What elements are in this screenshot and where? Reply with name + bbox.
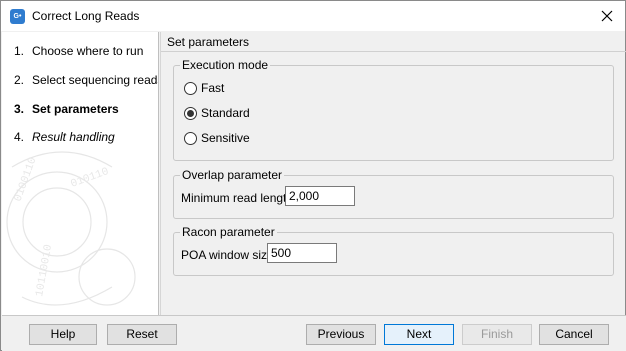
dialog-window: G• Correct Long Reads 1. Choose where to … — [0, 0, 626, 351]
cancel-button[interactable]: Cancel — [539, 324, 609, 345]
step-select-sequencing-reads: 2. Select sequencing reads — [14, 73, 159, 87]
step-choose-where-to-run: 1. Choose where to run — [14, 44, 143, 58]
app-logo-icon: G• — [10, 9, 25, 24]
radio-button-checked[interactable] — [184, 106, 197, 120]
dna-watermark-icon: 0100110 10110010 010110 — [6, 151, 136, 306]
parameters-panel: Set parameters Execution mode Fast Stand… — [160, 32, 626, 315]
help-button[interactable]: Help — [29, 324, 97, 345]
step-label: Select sequencing reads — [32, 73, 159, 87]
racon-parameter-legend: Racon parameter — [180, 225, 277, 239]
step-number: 1. — [14, 44, 25, 58]
wizard-steps-panel: 1. Choose where to run 2. Select sequencin… — [2, 32, 159, 315]
radio-button[interactable] — [184, 81, 197, 95]
step-set-parameters: 3. Set parameters — [14, 102, 119, 116]
radio-label: Standard — [201, 106, 250, 120]
min-read-length-label: Minimum read length — [181, 191, 294, 205]
radio-button[interactable] — [184, 131, 197, 145]
finish-button: Finish — [462, 324, 532, 345]
radio-sensitive[interactable]: Sensitive — [184, 130, 250, 146]
title-bar: G• Correct Long Reads — [1, 1, 625, 31]
button-bar: Help Reset Previous Next Finish Cancel — [2, 315, 626, 351]
svg-text:010110: 010110 — [69, 166, 110, 191]
radio-standard[interactable]: Standard — [184, 105, 250, 121]
min-read-length-input[interactable] — [285, 186, 355, 206]
radio-label: Sensitive — [201, 131, 250, 145]
radio-label: Fast — [201, 81, 225, 95]
poa-window-size-label: POA window size — [181, 248, 274, 262]
execution-mode-group: Execution mode Fast Standard Sensitive — [173, 58, 614, 161]
heading-divider — [161, 51, 626, 52]
window-title: Correct Long Reads — [32, 9, 140, 23]
step-number: 3. — [14, 102, 25, 116]
next-button[interactable]: Next — [384, 324, 454, 345]
close-button[interactable] — [595, 4, 619, 28]
step-number: 2. — [14, 73, 25, 87]
reset-button[interactable]: Reset — [107, 324, 177, 345]
step-label: Set parameters — [32, 102, 119, 116]
radio-fast[interactable]: Fast — [184, 80, 224, 96]
step-label: Choose where to run — [32, 44, 144, 58]
execution-mode-legend: Execution mode — [180, 58, 271, 72]
overlap-parameter-legend: Overlap parameter — [180, 168, 285, 182]
close-icon — [601, 10, 613, 22]
svg-text:10110010: 10110010 — [34, 244, 55, 298]
previous-button[interactable]: Previous — [306, 324, 376, 345]
racon-parameter-group: Racon parameter POA window size — [173, 225, 614, 276]
poa-window-size-input[interactable] — [267, 243, 337, 263]
page-title: Set parameters — [167, 35, 250, 49]
overlap-parameter-group: Overlap parameter Minimum read length — [173, 168, 614, 219]
